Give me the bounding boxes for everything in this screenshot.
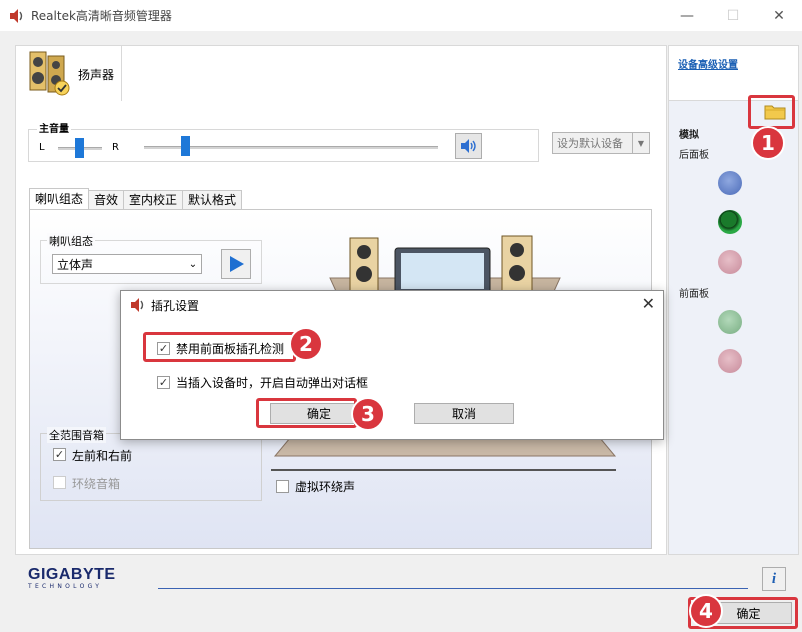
callout-box-disable-detection [143,332,296,362]
balance-slider-thumb[interactable] [75,138,84,158]
play-icon [230,256,244,272]
surround-label: 环绕音箱 [72,477,121,491]
advanced-settings-area: 设备高级设置 [669,46,798,101]
front-lr-label: 左前和右前 [72,449,133,463]
speaker-dialog-icon [131,298,144,312]
dialog-cancel-button[interactable]: 取消 [414,403,514,424]
front-lr-checkbox[interactable]: ✓ [53,448,66,461]
front-panel-label: 前面板 [679,289,709,300]
tab-speakers[interactable]: 扬声器 [15,45,122,101]
set-default-device-label: 设为默认设备 [557,137,623,150]
speaker-config-title: 喇叭组态 [47,233,95,249]
auto-popup-checkbox[interactable]: ✓ [157,376,170,389]
full-range-speakers-title: 全范围音箱 [47,427,106,443]
callout-box-folder [748,95,795,129]
gigabyte-logo: GIGABYTE TECHNOLOGY [28,566,116,590]
virtual-surround-checkbox[interactable] [276,480,289,493]
speaker-volume-icon [460,139,476,153]
tab-speakers-label: 扬声器 [78,68,115,82]
window-title: Realtek高清晰音频管理器 [31,9,172,23]
scene-floor-line [271,469,616,471]
play-test-button[interactable] [221,249,251,279]
info-button[interactable]: i [762,567,786,591]
master-volume-title: 主音量 [37,120,71,135]
footer-divider [158,588,748,589]
dropdown-arrow-icon: ▼ [632,133,649,153]
inner-tab-strip: 喇叭组态 音效 室内校正 默认格式 [29,188,243,210]
title-bar: Realtek高清晰音频管理器 — ☐ ✕ [0,0,802,31]
jack-settings-dialog: 插孔设置 ✕ ✓ 禁用前面板插孔检测 ✓ 当插入设备时，开启自动弹出对话框 确定… [120,290,664,440]
tab-default-format[interactable]: 默认格式 [182,190,243,209]
minimize-button[interactable]: — [664,0,710,31]
front-jack-pink[interactable] [718,349,742,373]
callout-box-dialog-ok [256,398,357,428]
brand-name: GIGABYTE [28,566,116,583]
callout-badge-1: 1 [751,126,785,160]
callout-badge-4: 4 [689,594,723,628]
auto-popup-label: 当插入设备时，开启自动弹出对话框 [176,376,369,390]
speaker-config-select[interactable]: 立体声 ⌄ [52,254,202,274]
tab-room-correction[interactable]: 室内校正 [123,190,184,209]
set-default-device-dropdown[interactable]: 设为默认设备 ▼ [552,132,650,154]
mute-button[interactable] [455,133,482,159]
info-icon: i [771,570,777,587]
virtual-surround-label: 虚拟环绕声 [295,480,356,494]
tab-sound-effects[interactable]: 音效 [88,190,125,209]
maximize-button[interactable]: ☐ [710,0,756,31]
tab-speaker-config[interactable]: 喇叭组态 [29,188,90,209]
dialog-title: 插孔设置 [151,299,200,313]
callout-badge-2: 2 [289,327,323,361]
surround-checkbox[interactable] [53,476,66,489]
advanced-settings-link[interactable]: 设备高级设置 [678,56,738,71]
back-jack-green[interactable] [718,210,742,234]
speaker-app-icon [10,9,23,23]
speakers-icon [29,51,70,96]
balance-right-label: R [112,142,119,153]
back-jack-blue[interactable] [718,171,742,195]
close-button[interactable]: ✕ [756,0,802,31]
back-panel-label: 后面板 [679,150,709,161]
checkmark-icon: ✓ [54,448,65,461]
balance-left-label: L [39,142,45,153]
analog-label: 模拟 [679,130,699,141]
speaker-config-value: 立体声 [57,257,94,272]
checkmark-icon: ✓ [158,376,169,389]
back-jack-pink[interactable] [718,250,742,274]
dialog-close-button[interactable]: ✕ [642,294,655,313]
front-jack-green[interactable] [718,310,742,334]
brand-tagline: TECHNOLOGY [28,583,103,590]
chevron-down-icon: ⌄ [188,258,198,270]
callout-badge-3: 3 [351,397,385,431]
master-volume-slider-thumb[interactable] [181,136,190,156]
